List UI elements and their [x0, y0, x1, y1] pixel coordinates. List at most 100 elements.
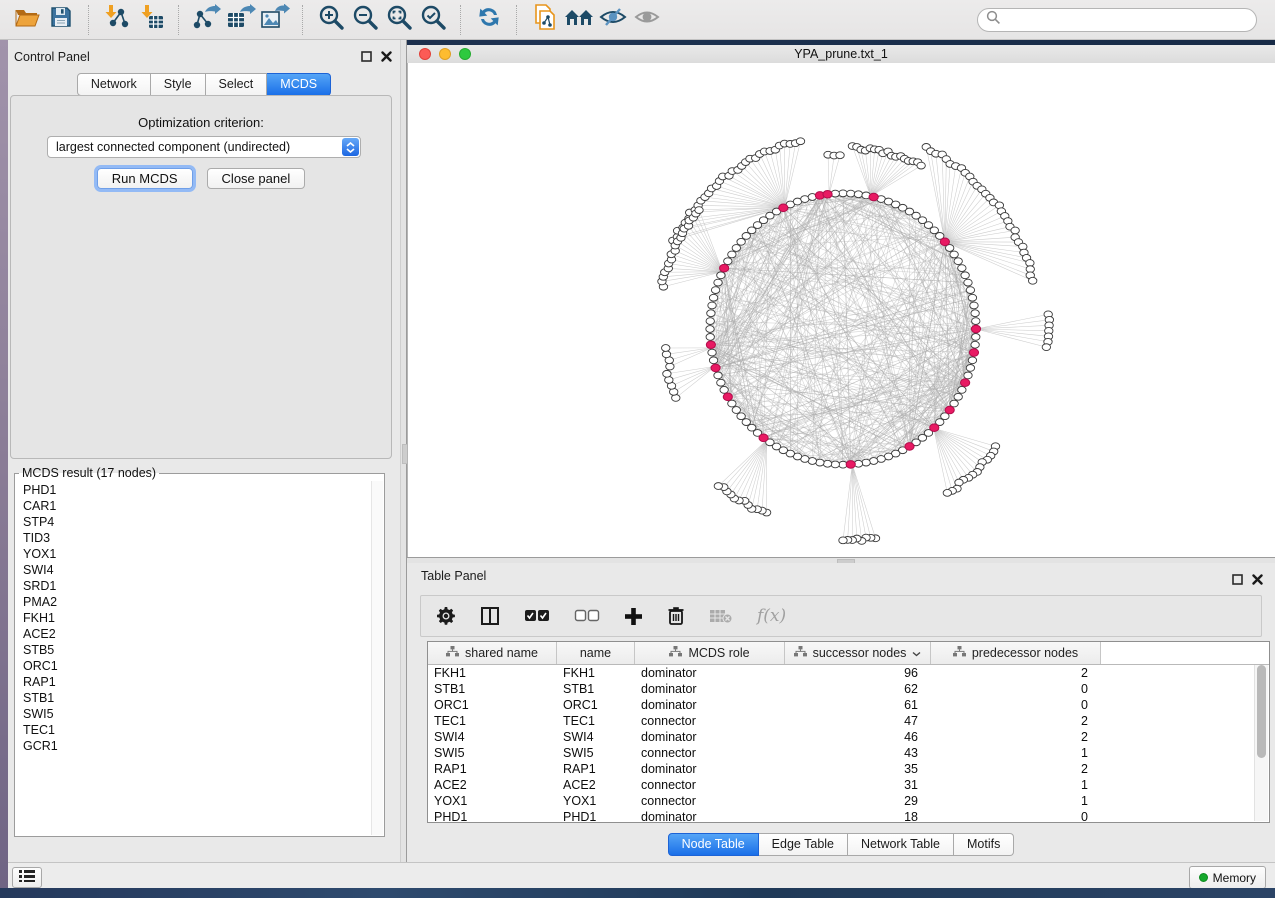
column-header-name[interactable]: name — [557, 642, 635, 664]
network-node[interactable] — [724, 258, 732, 265]
network-node[interactable] — [823, 460, 831, 467]
network-graph[interactable] — [408, 63, 1275, 556]
tab-motifs[interactable]: Motifs — [954, 833, 1014, 856]
mcds-result-item[interactable]: ORC1 — [16, 658, 371, 674]
network-node[interactable] — [970, 302, 978, 309]
close-panel-icon[interactable] — [381, 49, 392, 67]
network-hub-node[interactable] — [723, 393, 732, 401]
network-node[interactable] — [950, 251, 958, 258]
network-node[interactable] — [816, 459, 824, 466]
network-node[interactable] — [742, 419, 750, 426]
network-node[interactable] — [958, 265, 966, 272]
network-hub-node[interactable] — [711, 364, 720, 372]
tab-network-table[interactable]: Network Table — [848, 833, 954, 856]
network-node[interactable] — [708, 302, 716, 309]
mcds-result-list[interactable]: PHD1CAR1STP4TID3YOX1SWI4SRD1PMA2FKH1ACE2… — [16, 482, 371, 835]
export-image-button[interactable] — [258, 4, 292, 36]
mcds-result-item[interactable]: GCR1 — [16, 738, 371, 754]
select-all-button[interactable] — [524, 609, 550, 623]
network-node[interactable] — [709, 294, 717, 301]
network-node[interactable] — [717, 272, 725, 279]
network-node[interactable] — [695, 207, 703, 214]
network-hub-node[interactable] — [930, 424, 939, 432]
network-node[interactable] — [964, 279, 972, 286]
network-node[interactable] — [706, 333, 714, 340]
tab-select[interactable]: Select — [206, 73, 268, 96]
unselect-all-button[interactable] — [574, 609, 600, 623]
network-node[interactable] — [665, 377, 673, 384]
search-input[interactable] — [1007, 12, 1248, 28]
network-canvas[interactable] — [407, 63, 1275, 557]
mcds-result-item[interactable]: ACE2 — [16, 626, 371, 642]
network-node[interactable] — [707, 310, 715, 317]
tab-style[interactable]: Style — [151, 73, 206, 96]
network-node[interactable] — [917, 162, 925, 169]
table-scrollbar[interactable] — [1254, 665, 1268, 821]
network-node[interactable] — [732, 245, 740, 252]
table-row[interactable]: TEC1TEC1connector472 — [428, 713, 1269, 729]
network-node[interactable] — [966, 287, 974, 294]
save-session-button[interactable] — [44, 4, 78, 36]
mcds-result-item[interactable]: RAP1 — [16, 674, 371, 690]
mcds-result-item[interactable]: STP4 — [16, 514, 371, 530]
criterion-dropdown[interactable]: largest connected component (undirected) — [47, 136, 361, 158]
network-node[interactable] — [714, 279, 722, 286]
network-node[interactable] — [972, 333, 980, 340]
network-node[interactable] — [958, 386, 966, 393]
network-node[interactable] — [943, 489, 951, 496]
network-node[interactable] — [839, 537, 847, 544]
mcds-result-item[interactable]: TEC1 — [16, 722, 371, 738]
first-neighbors-button[interactable] — [562, 4, 596, 36]
network-hub-node[interactable] — [971, 325, 980, 333]
network-node[interactable] — [964, 372, 972, 379]
network-node[interactable] — [954, 258, 962, 265]
network-node[interactable] — [1011, 227, 1019, 234]
network-hub-node[interactable] — [846, 461, 855, 469]
memory-button[interactable]: Memory — [1189, 866, 1266, 889]
table-scrollbar-thumb[interactable] — [1257, 665, 1266, 758]
network-node[interactable] — [708, 349, 716, 356]
network-node[interactable] — [662, 351, 670, 358]
vertical-splitter[interactable] — [400, 40, 407, 862]
table-row[interactable]: ACE2ACE2connector311 — [428, 777, 1269, 793]
network-node[interactable] — [737, 238, 745, 245]
network-node[interactable] — [1042, 344, 1050, 351]
network-node[interactable] — [847, 190, 855, 197]
network-node[interactable] — [972, 318, 980, 325]
network-node[interactable] — [663, 370, 671, 377]
network-hub-node[interactable] — [706, 341, 715, 349]
network-hub-node[interactable] — [961, 379, 970, 387]
network-node[interactable] — [869, 458, 877, 465]
network-hub-node[interactable] — [905, 443, 914, 451]
network-hub-node[interactable] — [869, 193, 878, 201]
close-panel-icon[interactable] — [1252, 572, 1263, 590]
network-node[interactable] — [971, 341, 979, 348]
network-node[interactable] — [706, 318, 714, 325]
table-row[interactable]: RAP1RAP1dominator352 — [428, 761, 1269, 777]
network-node[interactable] — [709, 357, 717, 364]
network-hub-node[interactable] — [969, 349, 978, 357]
tab-node-table[interactable]: Node Table — [668, 833, 759, 856]
network-node[interactable] — [966, 365, 974, 372]
mcds-result-item[interactable]: TID3 — [16, 530, 371, 546]
network-node[interactable] — [796, 138, 804, 145]
delete-row-button[interactable] — [667, 606, 685, 626]
clone-network-button[interactable] — [528, 4, 562, 36]
mcds-result-item[interactable]: SWI5 — [16, 706, 371, 722]
network-node[interactable] — [714, 372, 722, 379]
table-settings-button[interactable] — [436, 606, 456, 626]
mcds-list-scrollbar[interactable] — [371, 481, 383, 835]
network-node[interactable] — [714, 483, 722, 490]
mcds-result-item[interactable]: FKH1 — [16, 610, 371, 626]
import-network-button[interactable] — [100, 4, 134, 36]
zoom-fit-button[interactable] — [382, 4, 416, 36]
tab-network[interactable]: Network — [77, 73, 151, 96]
export-table-button[interactable] — [224, 4, 258, 36]
table-row[interactable]: STB1STB1dominator620 — [428, 681, 1269, 697]
network-node[interactable] — [737, 413, 745, 420]
network-hub-node[interactable] — [720, 264, 729, 272]
network-node[interactable] — [717, 379, 725, 386]
network-node[interactable] — [728, 251, 736, 258]
network-node[interactable] — [836, 152, 844, 159]
import-table-button[interactable] — [134, 4, 168, 36]
